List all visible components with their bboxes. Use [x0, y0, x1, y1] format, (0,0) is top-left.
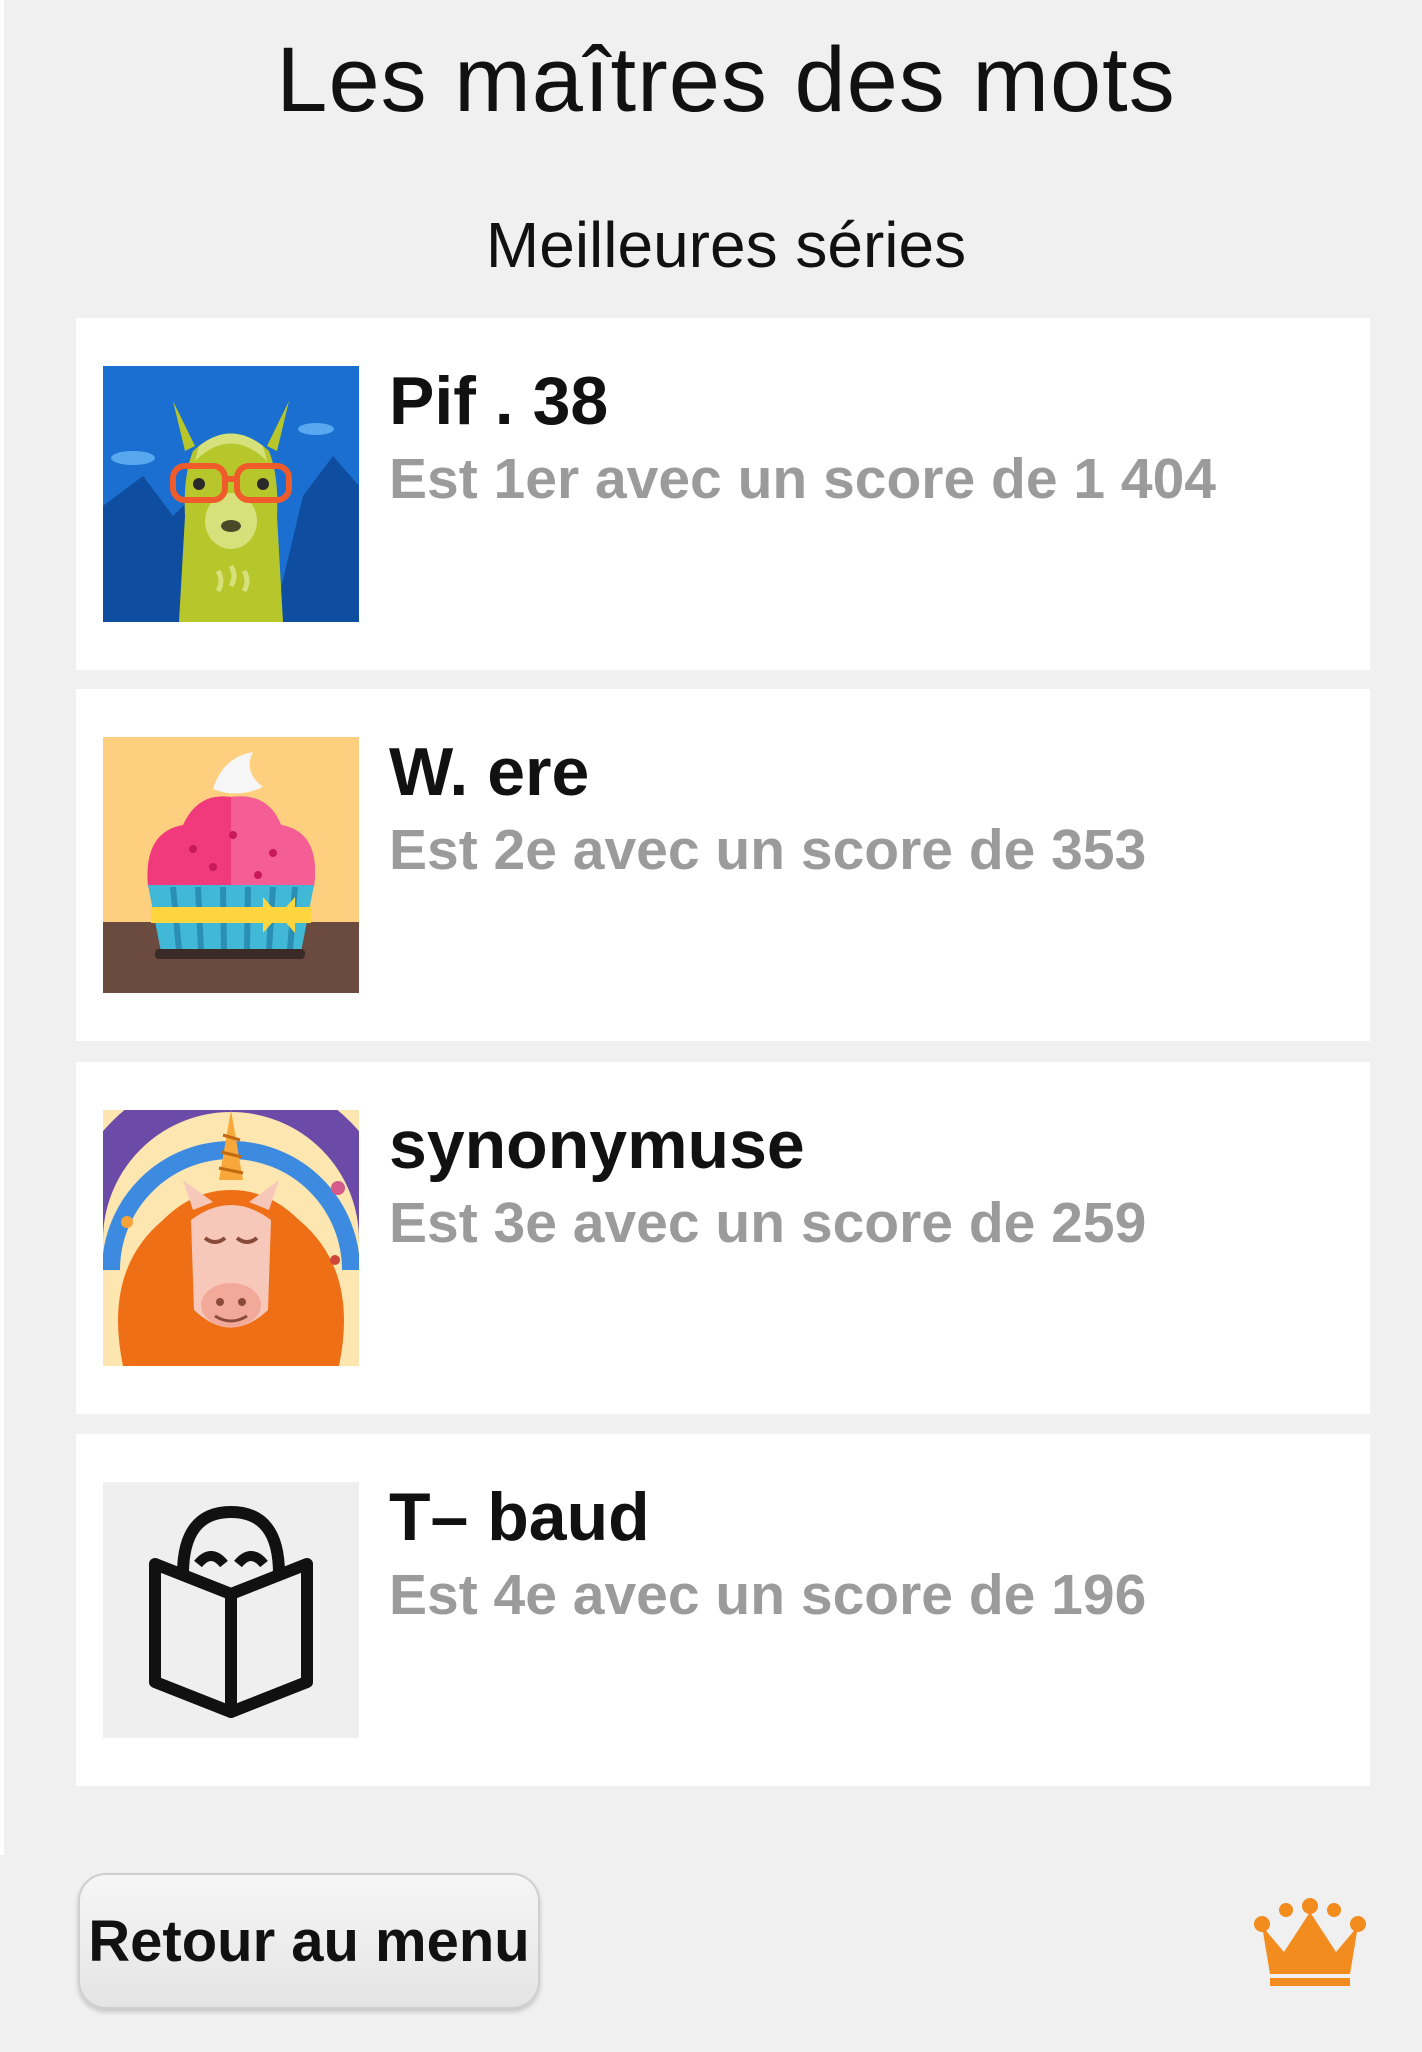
llama-avatar-icon	[103, 366, 359, 622]
player-name: T– baud	[389, 1479, 650, 1555]
player-name: W. ere	[389, 734, 590, 810]
section-subtitle: Meilleures séries	[485, 209, 967, 281]
reading-book-avatar-icon	[103, 1482, 359, 1738]
player-name: synonymuse	[389, 1107, 805, 1183]
unicorn-avatar-icon	[103, 1110, 359, 1366]
page-title: Les maîtres des mots	[276, 29, 1176, 131]
player-score: Est 2e avec un score de 353	[389, 818, 1147, 882]
cupcake-avatar-icon	[103, 737, 359, 993]
crown-icon[interactable]	[1250, 1888, 1370, 1988]
leaderboard-row-4: T– baud Est 4e avec un score de 196	[76, 1434, 1370, 1786]
player-score: Est 4e avec un score de 196	[389, 1563, 1147, 1627]
leaderboard-row-1: Pif . 38 Est 1er avec un score de 1 404	[76, 318, 1370, 670]
leaderboard-row-3: synonymuse Est 3e avec un score de 259	[76, 1062, 1370, 1414]
player-score: Est 3e avec un score de 259	[389, 1191, 1147, 1255]
back-to-menu-button[interactable]: Retour au menu	[78, 1873, 540, 2009]
leaderboard-row-2: W. ere Est 2e avec un score de 353	[76, 689, 1370, 1041]
player-name: Pif . 38	[389, 363, 609, 439]
player-score: Est 1er avec un score de 1 404	[389, 447, 1217, 511]
